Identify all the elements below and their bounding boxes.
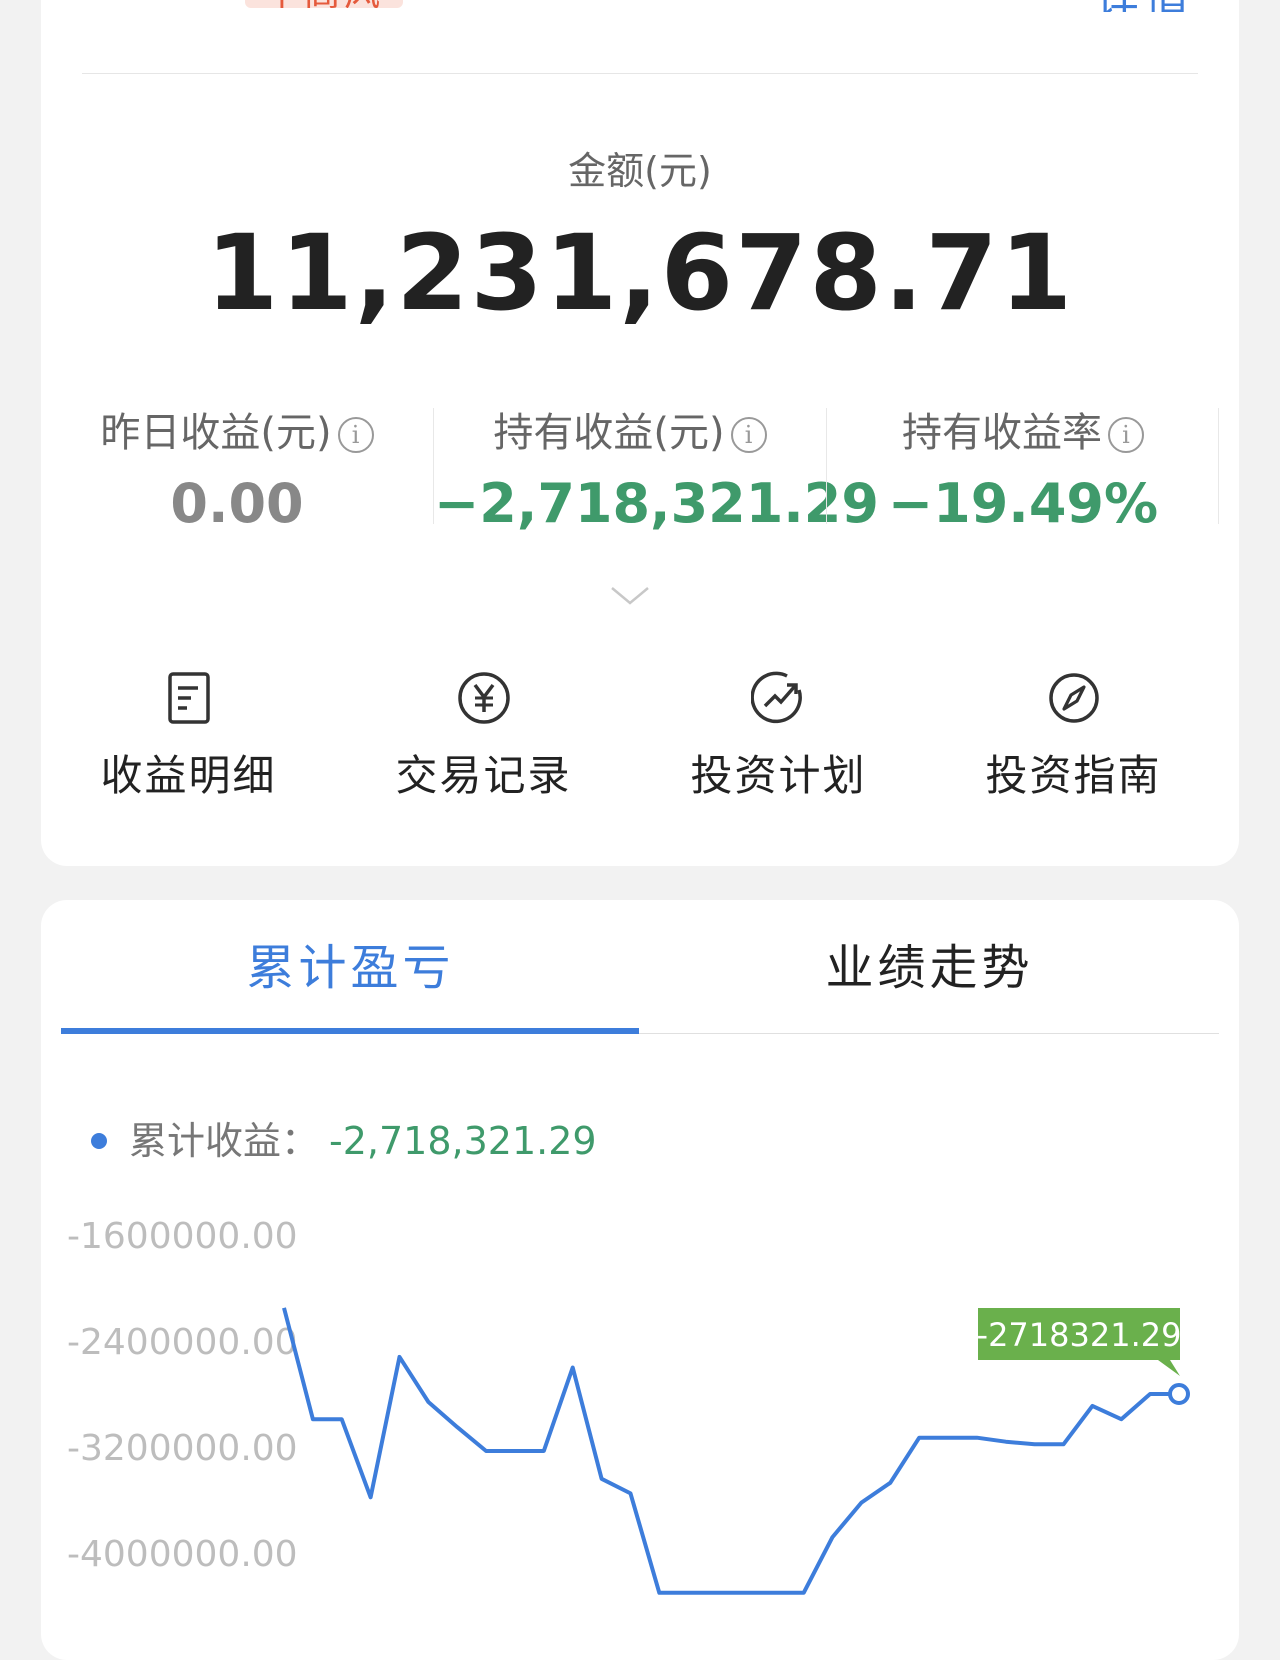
risk-badge: 中高风险: [245, 0, 403, 8]
chevron-down-icon[interactable]: [610, 586, 650, 606]
legend-dot-icon: [91, 1132, 107, 1149]
asset-summary-card: ·· 中高风险 详情 金额(元) 11,231,678.71 昨日收益(元)i …: [41, 0, 1239, 866]
stat-value: −2,718,321.29: [434, 472, 879, 535]
stat-yesterday-income: 昨日收益(元) i 0.00: [41, 400, 433, 535]
info-icon[interactable]: i: [730, 417, 767, 453]
legend-label: 累计收益：: [129, 1119, 320, 1163]
y-tick-label: -3200000.00: [67, 1428, 298, 1469]
tooltip-label: -2718321.29: [977, 1316, 1182, 1354]
tab-active-indicator: [61, 1028, 639, 1034]
action-label: 投资指南: [985, 751, 1162, 800]
legend-value: -2,718,321.29: [329, 1119, 597, 1163]
stat-label: 昨日收益(元): [100, 410, 332, 456]
stat-holding-income: 持有收益(元) i −2,718,321.29: [434, 400, 879, 535]
yuan-circle-icon: [457, 672, 510, 724]
stat-holding-rate: 持有收益率 i −19.49%: [827, 400, 1219, 535]
document-icon: [167, 672, 210, 724]
action-income-details[interactable]: 收益明细: [41, 670, 336, 803]
y-tick-label: -2400000.00: [67, 1322, 298, 1363]
stat-label: 持有收益(元): [493, 410, 725, 456]
stat-label: 持有收益率: [902, 410, 1102, 456]
action-label: 收益明细: [100, 751, 277, 800]
stats-row: 昨日收益(元) i 0.00 持有收益(元) i −2,718,321.29 持有收…: [41, 400, 1239, 535]
divider: [1218, 408, 1219, 524]
action-investment-plan[interactable]: 投资计划: [631, 670, 926, 803]
trend-up-circle-icon: [750, 671, 802, 724]
amount-value: 11,231,678.71: [205, 212, 1075, 334]
quick-actions: 收益明细 交易记录 投资计划 投资指南: [41, 670, 1239, 810]
compass-icon: [1048, 673, 1099, 723]
y-tick-label: -1600000.00: [67, 1216, 298, 1257]
action-label: 交易记录: [395, 751, 572, 800]
tab-performance-trend[interactable]: 业绩走势: [640, 928, 1219, 998]
highlight-point[interactable]: [1168, 1383, 1190, 1405]
amount-label: 金额(元): [568, 149, 712, 193]
info-icon[interactable]: i: [1108, 417, 1144, 453]
action-transaction-records[interactable]: 交易记录: [336, 670, 631, 803]
action-investment-guide[interactable]: 投资指南: [926, 670, 1221, 803]
cumulative-profit-chart[interactable]: -1600000.00 -2400000.00 -3200000.00 -400000…: [41, 1200, 1239, 1600]
details-link[interactable]: 详情: [1085, 0, 1195, 12]
action-label: 投资计划: [690, 751, 867, 800]
divider: [82, 73, 1198, 74]
chart-legend: 累计收益： -2,718,321.29: [91, 1110, 597, 1165]
stat-value: −19.49%: [887, 472, 1159, 535]
y-tick-label: -4000000.00: [67, 1534, 298, 1575]
chart-tabs: 累计盈亏 业绩走势: [61, 900, 1219, 1036]
stat-value: 0.00: [170, 472, 304, 535]
profit-chart-card: 累计盈亏 业绩走势 累计收益： -2,718,321.29 -1600000.00…: [41, 900, 1239, 1660]
info-icon[interactable]: i: [337, 417, 374, 453]
tab-cumulative-profit[interactable]: 累计盈亏: [61, 928, 640, 998]
